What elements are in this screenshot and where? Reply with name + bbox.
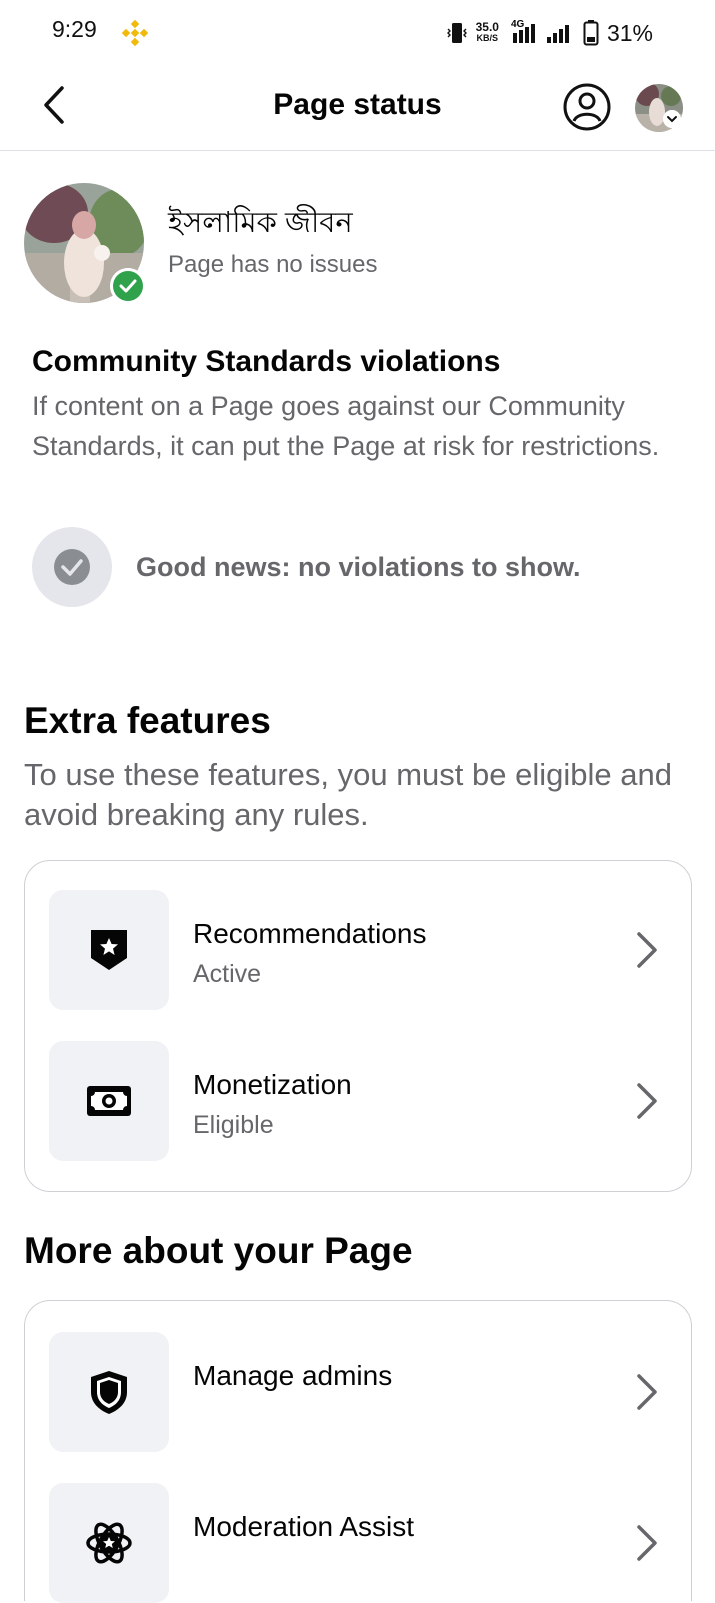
recommendations-label: Recommendations	[193, 918, 427, 949]
atom-star-icon	[86, 1522, 132, 1564]
more-about-title: More about your Page	[24, 1230, 413, 1271]
header-divider	[0, 150, 715, 151]
shield-icon	[91, 1371, 127, 1414]
moderation-assist-row[interactable]: Moderation Assist	[25, 1483, 691, 1603]
extra-features-description: To use these features, you must be eligi…	[24, 757, 672, 832]
chevron-right-icon	[637, 932, 657, 968]
community-standards-description: If content on a Page goes against our Co…	[32, 391, 660, 461]
manage-admins-label: Manage admins	[193, 1360, 393, 1391]
recommendations-icon-box	[49, 890, 169, 1010]
moderation-assist-label: Moderation Assist	[193, 1511, 414, 1542]
no-violations-badge	[32, 527, 112, 607]
monetization-icon-box	[49, 1041, 169, 1161]
page-name: ইসলামিক জীবন	[168, 207, 353, 239]
status-time: 9:29	[52, 16, 97, 42]
chevron-down-icon[interactable]	[663, 110, 681, 128]
chevron-right-icon	[637, 1374, 657, 1410]
network-speed: 35.0 KB/S	[475, 20, 499, 43]
recommendations-row[interactable]: Recommendations Active	[25, 890, 691, 1010]
more-about-card: Manage admins Moderation Assist	[24, 1300, 692, 1603]
recommendations-status: Active	[193, 960, 262, 988]
person-circle-icon[interactable]	[562, 82, 612, 132]
star-badge-icon	[91, 930, 127, 970]
monetization-row[interactable]: Monetization Eligible	[25, 1041, 691, 1161]
battery-percent: 31%	[606, 19, 653, 46]
chevron-right-icon	[637, 1525, 657, 1561]
monetization-label: Monetization	[193, 1069, 352, 1100]
verified-check-icon	[110, 268, 146, 304]
signal-bars-icon	[512, 24, 535, 43]
binance-icon	[122, 20, 148, 46]
extra-features-card: Recommendations Active Monetization Elig…	[24, 860, 692, 1192]
manage-admins-icon-box	[49, 1332, 169, 1452]
status-icons: 35.0 KB/S 4G 31%	[446, 16, 653, 50]
chevron-right-icon	[637, 1083, 657, 1119]
page-status-text: Page has no issues	[168, 251, 378, 278]
manage-admins-row[interactable]: Manage admins	[25, 1332, 691, 1452]
extra-features-title: Extra features	[24, 700, 271, 741]
moderation-assist-icon-box	[49, 1483, 169, 1603]
monetization-status: Eligible	[193, 1111, 274, 1139]
no-violations-text: Good news: no violations to show.	[136, 552, 581, 582]
check-circle-icon	[54, 549, 90, 585]
signal-bars-icon	[546, 25, 569, 43]
vibrate-icon	[446, 23, 467, 43]
community-standards-title: Community Standards violations	[32, 345, 501, 378]
mobile-signal-4g: 4G	[507, 19, 537, 45]
money-icon	[87, 1086, 131, 1116]
battery-icon	[583, 20, 599, 46]
